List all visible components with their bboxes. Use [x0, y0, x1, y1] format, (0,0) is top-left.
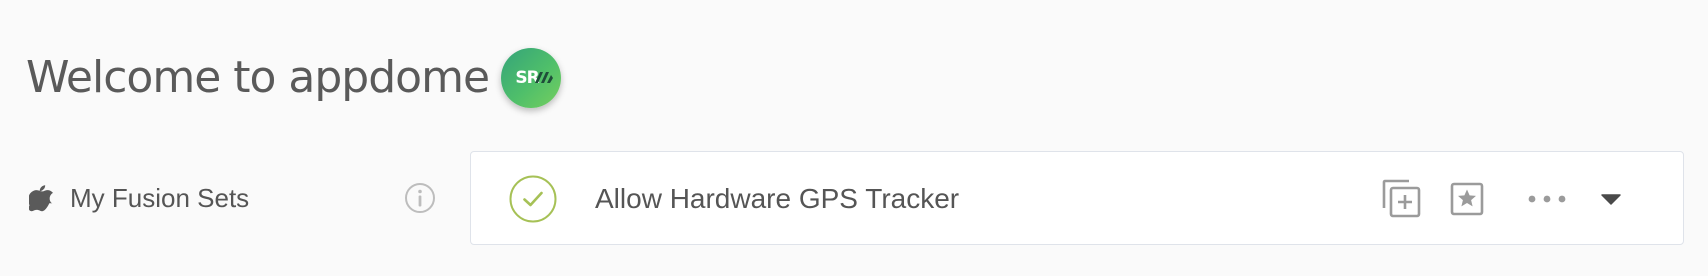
page-title: Welcome to appdome: [26, 52, 490, 103]
check-circle-icon[interactable]: [509, 175, 557, 223]
info-icon[interactable]: [404, 182, 436, 214]
duplicate-icon: [1382, 179, 1421, 218]
app-page: Welcome to appdome SR My Fusion Sets All…: [0, 0, 1708, 276]
welcome-header: Welcome to appdome SR: [26, 48, 562, 108]
sidebar-item-my-fusion-sets[interactable]: My Fusion Sets: [28, 172, 438, 224]
apple-icon: [28, 184, 54, 212]
duplicate-button[interactable]: [1378, 175, 1426, 223]
avatar[interactable]: SR: [501, 48, 562, 108]
fusion-set-card[interactable]: Allow Hardware GPS Tracker: [470, 151, 1684, 245]
more-options-button[interactable]: [1523, 175, 1571, 223]
expand-caret-icon: [1601, 194, 1621, 205]
expand-button[interactable]: [1587, 175, 1635, 223]
favorite-star-icon: [1450, 182, 1484, 216]
more-options-icon: [1528, 195, 1566, 203]
sidebar-item-label: My Fusion Sets: [70, 182, 250, 213]
brand-mark-icon: [535, 72, 554, 83]
fusion-set-title[interactable]: Allow Hardware GPS Tracker: [595, 181, 959, 217]
favorite-button[interactable]: [1443, 175, 1491, 223]
